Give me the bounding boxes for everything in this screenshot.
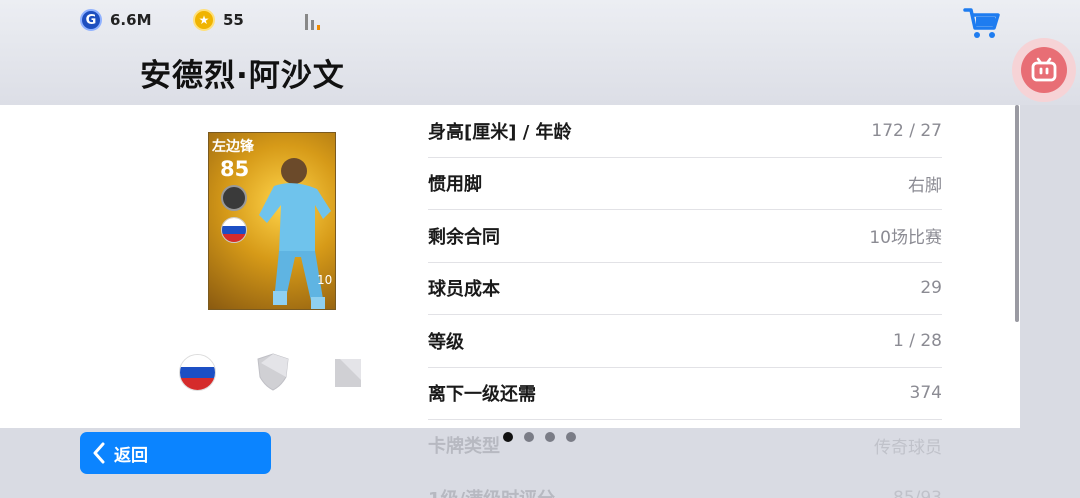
stat-label: 等级 xyxy=(428,331,464,353)
stat-label: 离下一级还需 xyxy=(428,384,536,406)
stat-label: 球员成本 xyxy=(428,279,500,301)
russia-flag-icon xyxy=(221,217,247,243)
gp-coin-icon: G xyxy=(80,9,102,31)
card-rating: 85 xyxy=(220,157,250,181)
stat-label: 1级/满级时评分 xyxy=(428,485,555,498)
stat-row-level: 等级 1 / 28 xyxy=(428,315,942,368)
bar-chart-icon[interactable] xyxy=(305,10,325,30)
card-position: 左边锋 xyxy=(212,139,254,155)
scrollbar[interactable] xyxy=(1015,105,1019,322)
stat-value: 传奇球员 xyxy=(874,437,942,458)
player-image: 10 xyxy=(259,158,332,309)
stat-value: 10场比赛 xyxy=(869,228,942,249)
player-card[interactable]: 10 左边锋 85 xyxy=(208,132,336,310)
shield-icon[interactable] xyxy=(334,356,362,390)
stats-table: 身高[厘米] / 年龄 172 / 27 惯用脚 右脚 剩余合同 10场比赛 球… xyxy=(428,105,942,420)
stat-label: 身高[厘米] / 年龄 xyxy=(428,121,572,143)
stat-row-height-age: 身高[厘米] / 年龄 172 / 27 xyxy=(428,105,942,158)
back-button-label: 返回 xyxy=(114,445,148,466)
page-dot[interactable] xyxy=(566,432,576,442)
stat-row-contract: 剩余合同 10场比赛 xyxy=(428,210,942,263)
page-indicator xyxy=(503,432,576,442)
stat-row-next-level: 离下一级还需 374 xyxy=(428,368,942,420)
stat-value: 172 / 27 xyxy=(871,120,942,141)
stat-value: 85/93 xyxy=(893,488,942,498)
stat-label: 剩余合同 xyxy=(428,226,500,248)
robot-assistant-icon[interactable] xyxy=(1012,38,1076,102)
page-dot[interactable] xyxy=(503,432,513,442)
team-emblem-icon xyxy=(221,185,247,211)
stat-value: 374 xyxy=(909,383,942,404)
stat-row-cost: 球员成本 29 xyxy=(428,263,942,315)
coin-balance: ★ 55 xyxy=(193,8,244,32)
stat-row-rating-range: 1级/满级时评分 85/93 xyxy=(428,485,942,498)
stat-value: 29 xyxy=(920,278,942,299)
stat-value: 右脚 xyxy=(908,175,942,196)
page-dot[interactable] xyxy=(545,432,555,442)
star-coin-icon: ★ xyxy=(193,9,215,31)
coin-amount: 55 xyxy=(223,11,244,29)
page-dot[interactable] xyxy=(524,432,534,442)
svg-text:10: 10 xyxy=(317,273,332,287)
stat-value: 1 / 28 xyxy=(893,330,942,351)
stat-label: 惯用脚 xyxy=(428,174,482,196)
russia-flag-icon[interactable] xyxy=(179,354,216,391)
gp-balance: G 6.6M xyxy=(80,8,152,32)
stat-label: 卡牌类型 xyxy=(428,436,500,457)
gp-amount: 6.6M xyxy=(110,11,152,29)
shield-icon[interactable] xyxy=(257,353,289,391)
stat-row-foot: 惯用脚 右脚 xyxy=(428,158,942,210)
back-button[interactable]: 返回 xyxy=(80,432,271,474)
shopping-cart-icon[interactable] xyxy=(963,6,1001,40)
chevron-left-icon xyxy=(93,442,105,464)
page-title: 安德烈·阿沙文 xyxy=(140,58,345,94)
